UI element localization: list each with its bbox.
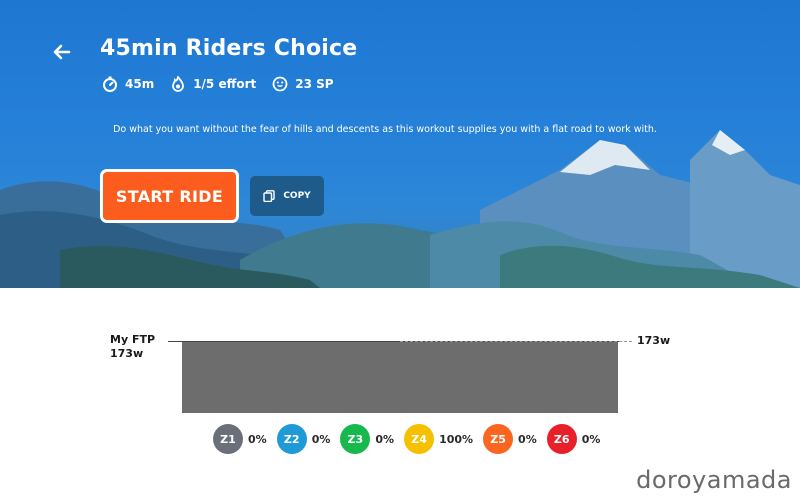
zone-z5: Z5 0%	[483, 424, 537, 454]
zone-badge: Z2	[276, 424, 307, 454]
zone-badge: Z5	[483, 424, 514, 454]
zone-z1: Z1 0%	[213, 424, 267, 454]
zone-percent: 0%	[375, 432, 395, 446]
zone-percent: 0%	[248, 432, 267, 446]
zone-badge: Z6	[546, 424, 577, 454]
zone-z3: Z3 0%	[340, 424, 394, 454]
zone-distribution: Z1 0% Z2 0% Z3 0% Z4 100% Z5 0% Z6 0%	[213, 424, 610, 454]
ftp-value-right: 173w	[637, 334, 671, 347]
zone-z4: Z4 100%	[404, 424, 473, 454]
zone-z6: Z6 0%	[546, 424, 601, 454]
zone-badge: Z3	[340, 424, 371, 454]
zone-percent: 100%	[439, 432, 474, 446]
ftp-line-dashed	[400, 341, 632, 342]
zone-badge: Z4	[404, 424, 435, 454]
watermark: doroyamada	[636, 466, 792, 494]
zone-percent: 0%	[581, 432, 601, 446]
interval-block	[182, 341, 618, 413]
zone-percent: 0%	[518, 432, 537, 446]
zone-z2: Z2 0%	[276, 424, 331, 454]
zone-percent: 0%	[311, 432, 331, 446]
zone-badge: Z1	[213, 424, 243, 454]
